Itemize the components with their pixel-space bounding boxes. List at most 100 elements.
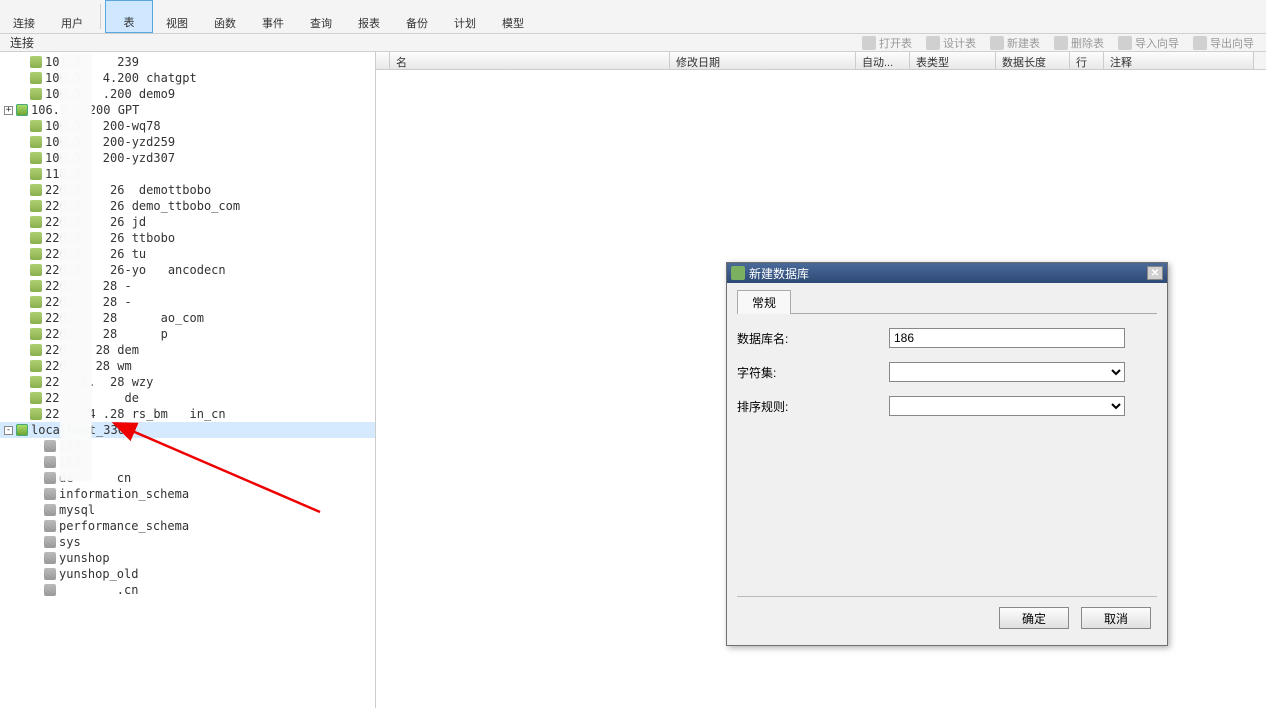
table-button[interactable]: 表 [105, 0, 153, 33]
tree-database-node[interactable]: 157 [0, 438, 375, 454]
column-header[interactable]: 表类型 [910, 52, 996, 69]
new-table-button[interactable]: 新建表 [986, 34, 1044, 52]
user-button[interactable]: 用户 [48, 0, 96, 33]
action-icon [990, 36, 1004, 50]
tree-item-label: yunshop [59, 551, 110, 565]
tree-database-node[interactable]: yunshop [0, 550, 375, 566]
column-header[interactable]: 数据长度 [996, 52, 1070, 69]
query-button[interactable]: 查询 [297, 0, 345, 33]
tree-connection-node[interactable]: 106.5 200-yzd307 [0, 150, 375, 166]
view-button[interactable]: 视图 [153, 0, 201, 33]
tree-connection-node[interactable]: 101.3 239 [0, 54, 375, 70]
tree-database-node[interactable]: performance_schema [0, 518, 375, 534]
collapse-icon[interactable]: - [4, 426, 13, 435]
column-header[interactable]: 行 [1070, 52, 1104, 69]
tree-connection-node[interactable]: 220.1 26 demottbobo [0, 182, 375, 198]
tree-item-label: 106.5 200 GPT [31, 103, 139, 117]
tree-item-label: 106.5 .200 demo9 [45, 87, 175, 101]
export-wizard-button[interactable]: 导出向导 [1189, 34, 1258, 52]
tree-connection-node[interactable]: 22 5. 28 wzy [0, 374, 375, 390]
tree-connection-node[interactable]: 106.5 200-yzd259 [0, 134, 375, 150]
action-icon [862, 36, 876, 50]
tree-item-label: 220.1 26 tu [45, 247, 146, 261]
expand-icon[interactable]: + [4, 106, 13, 115]
tree-connection-node[interactable]: 220. 28 ao_com [0, 310, 375, 326]
open-table-button[interactable]: 打开表 [858, 34, 916, 52]
expander-blank [18, 90, 27, 99]
tree-connection-node[interactable]: 220. 28 - [0, 278, 375, 294]
column-header[interactable]: 注释 [1104, 52, 1254, 69]
dialog-tabs: 常规 [737, 289, 1157, 314]
server-icon [30, 296, 42, 308]
tree-connection-node[interactable]: 22 de [0, 390, 375, 406]
model-button[interactable]: 模型 [489, 0, 537, 33]
column-header[interactable]: 修改日期 [670, 52, 856, 69]
tree-database-node[interactable]: mysql [0, 502, 375, 518]
toolbar-icon [453, 2, 477, 15]
backup-button[interactable]: 备份 [393, 0, 441, 33]
tree-database-node[interactable]: yunshop_old [0, 566, 375, 582]
expander-blank [18, 74, 27, 83]
function-button[interactable]: 函数 [201, 0, 249, 33]
report-button[interactable]: 报表 [345, 0, 393, 33]
server-icon [30, 280, 42, 292]
connection-label: 连接 [0, 34, 44, 51]
tree-database-node[interactable]: sys [0, 534, 375, 550]
tree-database-node[interactable]: de cn [0, 470, 375, 486]
tree-connection-node[interactable]: 220. 28 p [0, 326, 375, 342]
tree-connection-node[interactable]: 220.1 26 ttbobo [0, 230, 375, 246]
database-icon [44, 456, 56, 468]
tree-item-label: 220 28 wm [45, 359, 132, 373]
tree-connection-node[interactable]: 106.5 200-wq78 [0, 118, 375, 134]
column-header[interactable]: 自动... [856, 52, 910, 69]
tree-connection-node[interactable]: 118.3 [0, 166, 375, 182]
tree-connection-node[interactable]: 220 28 dem [0, 342, 375, 358]
tree-connection-node[interactable]: 106.5 .200 demo9 [0, 86, 375, 102]
tree-database-node[interactable]: information_schema [0, 486, 375, 502]
tree-connection-node[interactable]: 220. 28 - [0, 294, 375, 310]
delete-table-button[interactable]: 删除表 [1050, 34, 1108, 52]
action-label: 删除表 [1071, 35, 1104, 51]
toolbar-icon [405, 2, 429, 15]
tree-database-node[interactable]: 168 [0, 454, 375, 470]
collation-select[interactable] [889, 396, 1125, 416]
tree-connection-node[interactable]: 22 4 .28 rs_bm in_cn [0, 406, 375, 422]
database-icon [731, 266, 745, 280]
database-icon [44, 488, 56, 500]
charset-select[interactable] [889, 362, 1125, 382]
tree-connection-node[interactable]: 220.1 26-yo ancodecn [0, 262, 375, 278]
tree-connection-node[interactable]: +106.5 200 GPT [0, 102, 375, 118]
tree-item-label: localhost_3306 [31, 423, 132, 437]
server-icon [30, 312, 42, 324]
tab-general[interactable]: 常规 [737, 290, 791, 314]
server-icon [30, 56, 42, 68]
connection-button[interactable]: 连接 [0, 0, 48, 33]
cancel-button[interactable]: 取消 [1081, 607, 1151, 629]
grid-header[interactable]: 名修改日期自动...表类型数据长度行注释 [376, 52, 1266, 70]
toolbar-label: 用户 [61, 15, 83, 31]
tree-item-label: 106.5 4.200 chatgpt [45, 71, 197, 85]
toolbar-icon [309, 2, 333, 15]
close-icon[interactable]: ✕ [1147, 266, 1163, 280]
tree-connection-node[interactable]: 106.5 4.200 chatgpt [0, 70, 375, 86]
db-name-input[interactable] [889, 328, 1125, 348]
import-wizard-button[interactable]: 导入向导 [1114, 34, 1183, 52]
expander-blank [18, 202, 27, 211]
schedule-button[interactable]: 计划 [441, 0, 489, 33]
expander-blank [18, 122, 27, 131]
ok-button[interactable]: 确定 [999, 607, 1069, 629]
tree-connection-node[interactable]: 220 28 wm [0, 358, 375, 374]
toolbar-label: 连接 [13, 15, 35, 31]
server-icon [30, 408, 42, 420]
tree-connection-node[interactable]: 220.1 26 demo_ttbobo_com [0, 198, 375, 214]
design-table-button[interactable]: 设计表 [922, 34, 980, 52]
tree-database-node[interactable]: .cn [0, 582, 375, 598]
connection-tree[interactable]: 101.3 239106.5 4.200 chatgpt 106.5 .200 d… [0, 52, 376, 708]
tree-connection-node[interactable]: - localhost_3306 [0, 422, 375, 438]
column-header[interactable] [376, 52, 390, 69]
tree-connection-node[interactable]: 220.1 26 tu [0, 246, 375, 262]
event-button[interactable]: 事件 [249, 0, 297, 33]
dialog-titlebar[interactable]: 新建数据库 ✕ [727, 263, 1167, 283]
tree-connection-node[interactable]: 220.1 26 jd [0, 214, 375, 230]
column-header[interactable]: 名 [390, 52, 670, 69]
